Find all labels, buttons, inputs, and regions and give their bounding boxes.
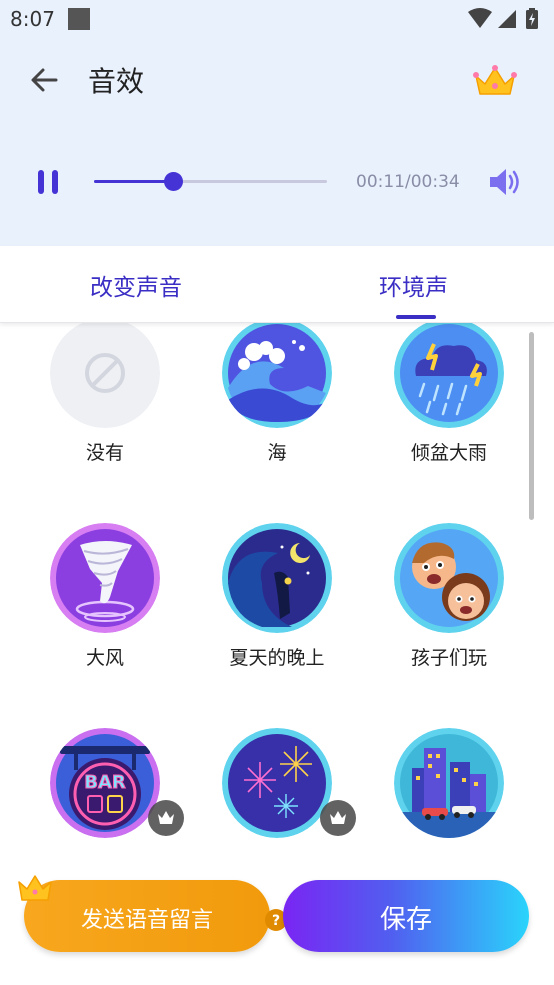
crown-icon[interactable] [470, 62, 520, 102]
effect-label: 海 [267, 442, 287, 464]
notification-icon [68, 8, 90, 30]
progress-slider[interactable] [94, 172, 327, 191]
summer-night-icon [222, 523, 332, 633]
save-label: 保存 [379, 905, 432, 935]
tab-bar: 改变声音 环境声 [0, 246, 554, 323]
premium-crown-icon [158, 811, 174, 824]
effect-item[interactable]: 大风 [15, 523, 195, 723]
battery-icon [526, 8, 538, 29]
pause-icon [38, 170, 44, 194]
progress-fill [94, 180, 174, 183]
svg-text:?: ? [272, 913, 280, 929]
progress-thumb[interactable] [164, 172, 184, 191]
wifi-icon [468, 8, 492, 28]
kids-playing-icon [394, 523, 504, 633]
effects-grid: 没有 海 倾盆大雨 大风 夏天的晚上 孩子们玩 BAR [0, 322, 554, 862]
ocean-wave-icon [222, 322, 332, 428]
premium-badge [320, 800, 356, 836]
send-voicemail-button[interactable]: 发送语音留言 ? [24, 880, 287, 952]
city-traffic-icon [394, 728, 504, 838]
premium-crown-icon [330, 811, 346, 824]
tab-ambient-sound[interactable]: 环境声 [379, 268, 448, 302]
app-bar: 音效 [0, 50, 554, 110]
back-arrow-icon[interactable] [26, 62, 62, 98]
effect-item[interactable] [187, 728, 367, 862]
header-area: 8:07 音效 00:11/00:34 [0, 0, 554, 246]
volume-icon[interactable] [486, 166, 522, 198]
tab-indicator [396, 315, 436, 319]
signal-icon [498, 10, 516, 28]
effect-item[interactable] [359, 728, 539, 862]
fireworks-icon [222, 728, 332, 838]
effect-item[interactable]: 海 [187, 322, 367, 518]
heavy-rain-icon [394, 322, 504, 428]
audio-player: 00:11/00:34 [0, 160, 554, 204]
pause-button[interactable] [36, 168, 62, 196]
effect-item[interactable]: 没有 [15, 322, 195, 518]
status-time: 8:07 [10, 7, 55, 31]
page-title: 音效 [88, 65, 145, 98]
bottom-action-bar: 发送语音留言 ? 保存 [0, 862, 554, 985]
effect-label: 夏天的晚上 [229, 647, 325, 669]
save-button[interactable]: 保存 [283, 880, 529, 952]
effect-item[interactable]: 孩子们玩 [359, 523, 539, 723]
none-icon [50, 322, 160, 428]
effect-label: 没有 [85, 442, 124, 464]
svg-text:BAR: BAR [84, 772, 126, 793]
effect-item[interactable]: 倾盆大雨 [359, 322, 539, 518]
effect-label: 孩子们玩 [410, 647, 487, 669]
time-display: 00:11/00:34 [356, 172, 460, 192]
effect-label: 倾盆大雨 [410, 442, 487, 464]
bar-sign-icon: BAR [50, 728, 160, 838]
status-bar: 8:07 [0, 0, 554, 38]
pause-icon [52, 170, 58, 194]
premium-badge [148, 800, 184, 836]
tab-change-voice[interactable]: 改变声音 [90, 268, 182, 302]
tornado-icon [50, 523, 160, 633]
crown-icon [18, 875, 52, 901]
scrollbar[interactable] [529, 332, 534, 520]
effect-label: 大风 [85, 647, 124, 669]
status-icons [468, 8, 538, 29]
send-voicemail-label: 发送语音留言 [80, 908, 213, 933]
effect-item[interactable]: 夏天的晚上 [187, 523, 367, 723]
effect-item[interactable]: BAR [15, 728, 195, 862]
